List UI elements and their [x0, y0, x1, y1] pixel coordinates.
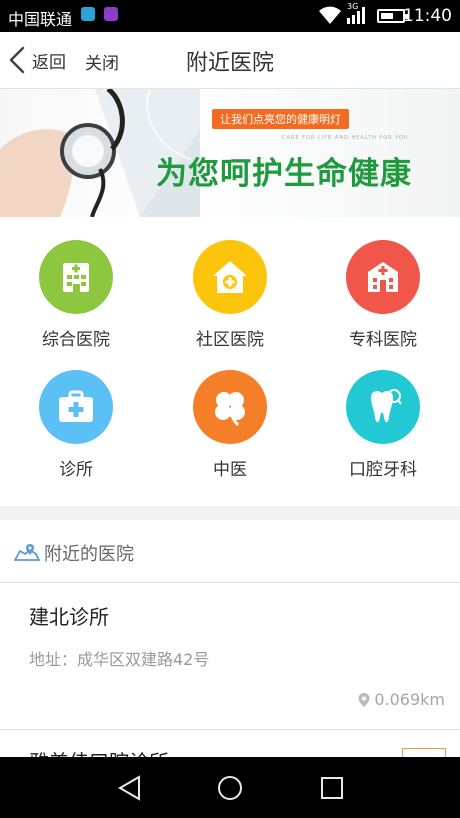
clock: 11:40 — [403, 6, 452, 26]
system-nav-bar — [0, 757, 460, 818]
carrier-name: 中国联通 — [8, 10, 73, 29]
hospital-badge — [402, 748, 446, 757]
category-clinic[interactable]: 诊所 — [16, 370, 136, 480]
category-general-hospital[interactable]: 综合医院 — [16, 240, 136, 350]
back-triangle-icon[interactable] — [115, 773, 145, 803]
category-community-hospital[interactable]: 社区医院 — [170, 240, 290, 350]
tooth-icon — [346, 370, 420, 444]
notification-app-icon — [104, 7, 118, 21]
wifi-icon — [319, 6, 341, 24]
clover-icon — [193, 370, 267, 444]
first-aid-kit-icon — [39, 370, 113, 444]
nearby-section-header: 附近的医院 — [0, 520, 460, 583]
signal-icon — [347, 7, 365, 24]
hospital-address: 地址：成华区双建路42号 — [29, 650, 210, 669]
category-label: 专科医院 — [349, 330, 417, 350]
specialty-hospital-icon — [346, 240, 420, 314]
hospital-list-item[interactable]: 建北诊所 地址：成华区双建路42号 0.069km — [0, 583, 460, 730]
category-specialty-hospital[interactable]: 专科医院 — [323, 240, 443, 350]
category-tcm[interactable]: 中医 — [170, 370, 290, 480]
status-bar: 中国联通 3G 11:40 — [0, 0, 460, 32]
promo-banner[interactable]: 让我们点亮您的健康明灯 CARE FOR LIFE AND HEALTH FOR… — [0, 89, 460, 217]
category-label: 诊所 — [59, 460, 93, 480]
banner-subtitle: CARE FOR LIFE AND HEALTH FOR YOU — [282, 135, 409, 141]
map-pin-icon — [14, 544, 40, 561]
location-pin-icon — [358, 692, 370, 707]
nav-bar: 返回 关闭 附近医院 — [0, 32, 460, 89]
section-title: 附近的医院 — [44, 544, 134, 565]
category-dental[interactable]: 口腔牙科 — [323, 370, 443, 480]
home-circle-icon[interactable] — [215, 773, 245, 803]
banner-tagline: 让我们点亮您的健康明灯 — [212, 109, 349, 129]
category-grid: 综合医院 社区医院 专科医院 诊所 中医 口腔牙科 — [0, 217, 460, 506]
distance-value: 0.069km — [374, 690, 445, 709]
hospital-building-icon — [39, 240, 113, 314]
category-label: 口腔牙科 — [349, 460, 417, 480]
hospital-name: 雅美佳口腔诊所 — [29, 746, 169, 757]
hospital-list-item[interactable]: 雅美佳口腔诊所 — [0, 730, 460, 757]
community-house-icon — [193, 240, 267, 314]
recents-square-icon[interactable] — [317, 773, 347, 803]
page-title: 附近医院 — [185, 51, 274, 76]
notification-app-icon — [81, 7, 95, 21]
battery-icon — [377, 9, 408, 23]
banner-slogan: 为您呵护生命健康 — [156, 156, 412, 192]
category-label: 社区医院 — [196, 330, 264, 350]
hospital-distance: 0.069km — [357, 690, 445, 709]
hospital-name: 建北诊所 — [29, 605, 109, 629]
category-label: 中医 — [213, 460, 247, 480]
category-label: 综合医院 — [42, 330, 110, 350]
